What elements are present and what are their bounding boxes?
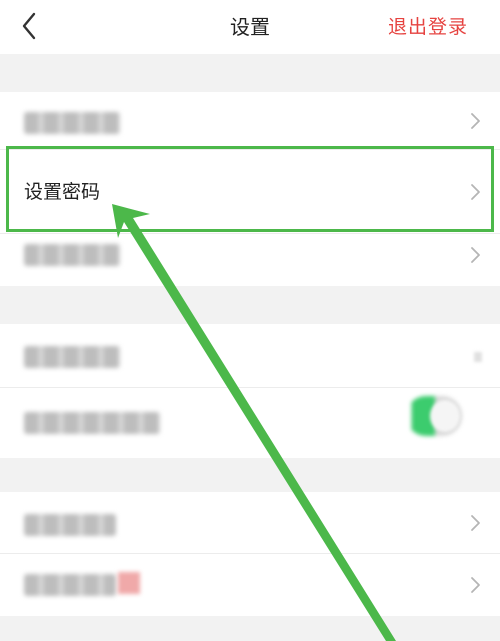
settings-row[interactable] (0, 92, 500, 150)
settings-row[interactable] (0, 234, 500, 286)
settings-row-set-password[interactable]: 设置密码 (0, 150, 500, 234)
settings-group-preferences (0, 324, 500, 458)
toggle-knob (430, 400, 460, 432)
blurred-label (24, 514, 116, 536)
chevron-right-icon (471, 577, 480, 593)
blurred-label (24, 574, 116, 596)
chevron-right-icon (471, 515, 480, 531)
blurred-label (24, 412, 160, 434)
settings-group-other (0, 492, 500, 616)
nav-bar: 设置 退出登录 (0, 0, 500, 54)
set-password-label: 设置密码 (24, 181, 101, 203)
blurred-label (24, 244, 120, 266)
chevron-right-icon (471, 113, 480, 129)
blurred-label (24, 112, 120, 134)
blurred-value (474, 352, 482, 362)
logout-button[interactable]: 退出登录 (388, 0, 468, 54)
settings-row[interactable] (0, 492, 500, 554)
chevron-right-icon (471, 247, 480, 263)
settings-group-account: 设置密码 (0, 92, 500, 286)
blurred-label (24, 346, 120, 368)
settings-row[interactable] (0, 324, 500, 388)
settings-row[interactable] (0, 554, 500, 616)
settings-screen: 设置 退出登录 设置密码 (0, 0, 500, 641)
chevron-right-icon (471, 184, 480, 200)
blurred-badge (118, 572, 140, 594)
